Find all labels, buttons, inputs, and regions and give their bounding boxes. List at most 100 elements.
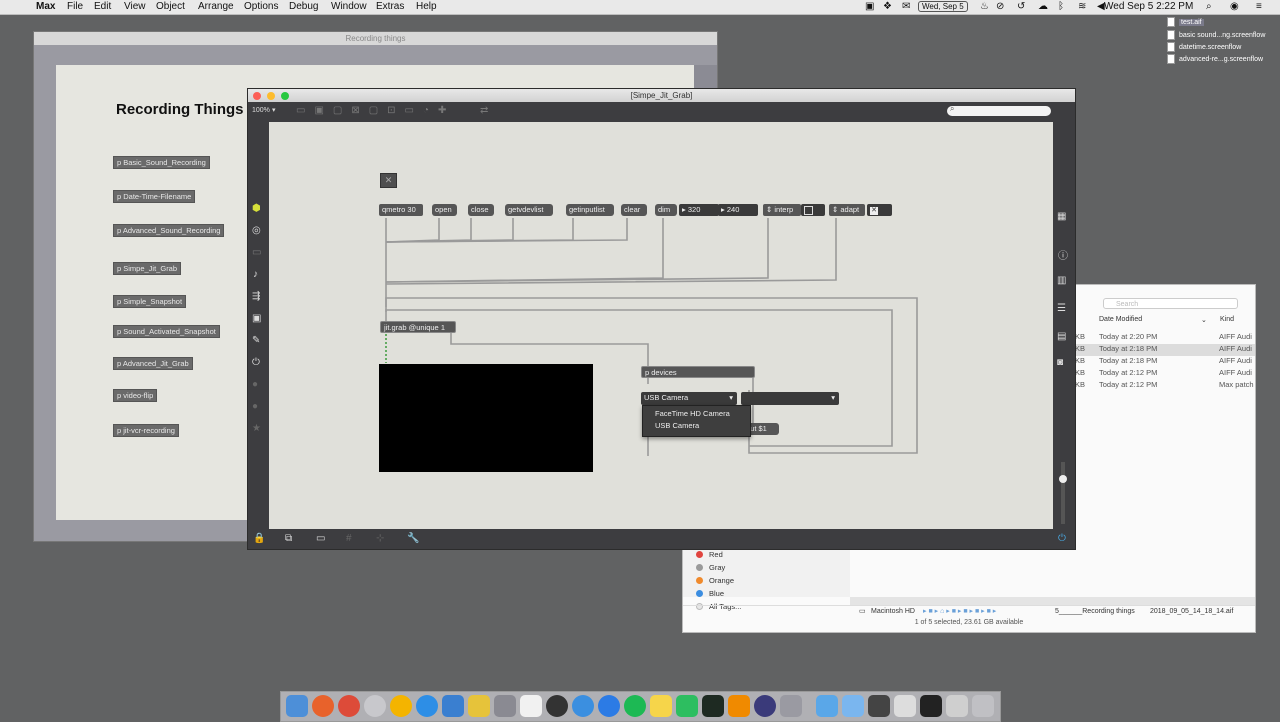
menu-help[interactable]: Help	[416, 1, 437, 12]
evernote-icon[interactable]	[676, 695, 698, 717]
file-row[interactable]: KB Today at 2:12 PM Max patch	[1075, 380, 1255, 392]
app-icon[interactable]	[946, 695, 968, 717]
app-icon[interactable]	[868, 695, 890, 717]
spotlight-icon[interactable]: ⌕	[1206, 1, 1212, 12]
messenger-icon[interactable]	[598, 695, 620, 717]
app-icon[interactable]	[494, 695, 516, 717]
clear-message[interactable]: clear	[621, 204, 647, 216]
subpatch-object[interactable]: p Advanced_Sound_Recording	[113, 224, 225, 237]
column-header-date[interactable]: Date Modified	[1099, 316, 1142, 330]
horizontal-scrollbar[interactable]	[850, 597, 1255, 605]
terminal-icon[interactable]	[920, 695, 942, 717]
no-disturb-icon[interactable]: ⊘	[996, 1, 1004, 12]
tag-red[interactable]: Red	[696, 550, 723, 559]
firefox-icon[interactable]	[312, 695, 334, 717]
subpatch-object[interactable]: p jit-vcr-recording	[113, 424, 179, 437]
folder-icon[interactable]	[816, 695, 838, 717]
dropdown-option[interactable]: USB Camera	[655, 421, 699, 430]
messages-icon[interactable]	[572, 695, 594, 717]
activity-icon[interactable]	[702, 695, 724, 717]
menu-view[interactable]: View	[124, 1, 146, 12]
subpatch-object[interactable]: p Basic_Sound_Recording	[113, 156, 210, 169]
bang-button[interactable]: ✕	[380, 173, 397, 188]
notification-center-icon[interactable]: ≡	[1256, 1, 1262, 12]
adapt-message[interactable]: ⇕ adapt	[829, 204, 865, 216]
chrome-icon[interactable]	[338, 695, 360, 717]
zoom-window-icon[interactable]	[281, 92, 289, 100]
getvdevlist-message[interactable]: getvdevlist	[505, 204, 553, 216]
subpatch-object[interactable]: p Sound_Activated_Snapshot	[113, 325, 220, 338]
tag-gray[interactable]: Gray	[696, 563, 725, 572]
path-item[interactable]: 2018_09_05_14_18_14.aif	[1150, 606, 1233, 618]
devices-subpatch[interactable]: p devices	[641, 366, 755, 378]
trash-icon[interactable]	[972, 695, 994, 717]
path-item[interactable]: 5______Recording things	[1055, 606, 1135, 618]
safari-icon[interactable]	[416, 695, 438, 717]
close-message[interactable]: close	[468, 204, 494, 216]
tag-orange[interactable]: Orange	[696, 576, 734, 585]
info-icon[interactable]: ⓘ	[1058, 247, 1068, 262]
wifi-icon[interactable]: ≋	[1078, 1, 1086, 12]
app-icon[interactable]	[390, 695, 412, 717]
menu-options[interactable]: Options	[244, 1, 278, 12]
mail-icon[interactable]: ✉	[902, 1, 910, 12]
chevron-down-icon[interactable]: ▾	[272, 106, 276, 114]
interp-message[interactable]: ⇕ interp	[763, 204, 801, 216]
plug-icon[interactable]: ⏻	[252, 357, 260, 368]
menu-debug[interactable]: Debug	[289, 1, 318, 12]
finder-icon[interactable]	[286, 695, 308, 717]
input-umenu[interactable]: ▾	[741, 392, 839, 405]
rect-icon[interactable]: ▭	[252, 247, 261, 258]
dropbox-icon[interactable]: ❖	[883, 1, 892, 12]
file-row[interactable]: KB Today at 2:18 PM AIFF Audi	[1075, 344, 1255, 356]
path-item[interactable]: Macintosh HD	[871, 606, 915, 618]
close-window-icon[interactable]	[253, 92, 261, 100]
interp-toggle[interactable]	[801, 204, 825, 216]
toolbar-icons[interactable]: ▭▣▢⊠▢⊡▭◔✚	[296, 105, 455, 116]
app-icon[interactable]	[468, 695, 490, 717]
cube-icon[interactable]: ⬢	[252, 203, 261, 214]
menu-object[interactable]: Object	[156, 1, 185, 12]
lock-icon[interactable]: 🔒	[253, 533, 265, 544]
app-icon[interactable]	[780, 695, 802, 717]
spotify-icon[interactable]	[624, 695, 646, 717]
menu-arrange[interactable]: Arrange	[198, 1, 234, 12]
circle-icon[interactable]: ●	[252, 379, 258, 390]
wrench-icon[interactable]: 🔧	[407, 533, 419, 544]
notes-icon[interactable]	[520, 695, 542, 717]
zoom-menu[interactable]: 100%	[252, 107, 270, 114]
tag-blue[interactable]: Blue	[696, 589, 724, 598]
menu-file[interactable]: File	[67, 1, 83, 12]
display-icon[interactable]: ▣	[865, 1, 874, 12]
subpatch-object[interactable]: p Date-Time-Filename	[113, 190, 196, 203]
meter-knob[interactable]	[1059, 475, 1067, 483]
book-icon[interactable]: ▥	[1057, 275, 1066, 286]
jit-grab-object[interactable]: jit.grab @unique 1	[380, 321, 456, 333]
open-message[interactable]: open	[432, 204, 457, 216]
image-icon[interactable]: ▣	[252, 313, 261, 324]
desktop-file[interactable]: basic sound...ng.screenflow	[1167, 30, 1265, 40]
browser-icon[interactable]	[364, 695, 386, 717]
menu-window[interactable]: Window	[331, 1, 367, 12]
search-input[interactable]: ⌕	[947, 104, 1051, 116]
menu-edit[interactable]: Edit	[94, 1, 111, 12]
minimize-window-icon[interactable]	[267, 92, 275, 100]
max-icon[interactable]	[546, 695, 568, 717]
jit-pwindow-display[interactable]	[379, 364, 593, 472]
dim-height-number[interactable]: ▸ 240	[718, 204, 758, 216]
power-icon[interactable]: ⏻	[1058, 533, 1066, 544]
presentation-icon[interactable]: ⧉	[285, 533, 292, 544]
app-icon[interactable]	[442, 695, 464, 717]
music-note-icon[interactable]: ♪	[253, 269, 258, 280]
paperclip-icon[interactable]: ✎	[252, 335, 260, 346]
file-row[interactable]: KB Today at 2:18 PM AIFF Audi	[1075, 356, 1255, 368]
file-row[interactable]: KB Today at 2:12 PM AIFF Audi	[1075, 368, 1255, 380]
dim-width-number[interactable]: ▸ 320	[679, 204, 719, 216]
app-menu[interactable]: Max	[36, 1, 55, 12]
adapt-toggle[interactable]: ✕	[867, 204, 892, 216]
desktop-file[interactable]: test.aif	[1167, 17, 1204, 27]
subpatch-object[interactable]: p Advanced_Jit_Grab	[113, 357, 193, 370]
menu-extras[interactable]: Extras	[376, 1, 404, 12]
star-icon[interactable]: ★	[252, 423, 261, 434]
app-icon[interactable]	[650, 695, 672, 717]
